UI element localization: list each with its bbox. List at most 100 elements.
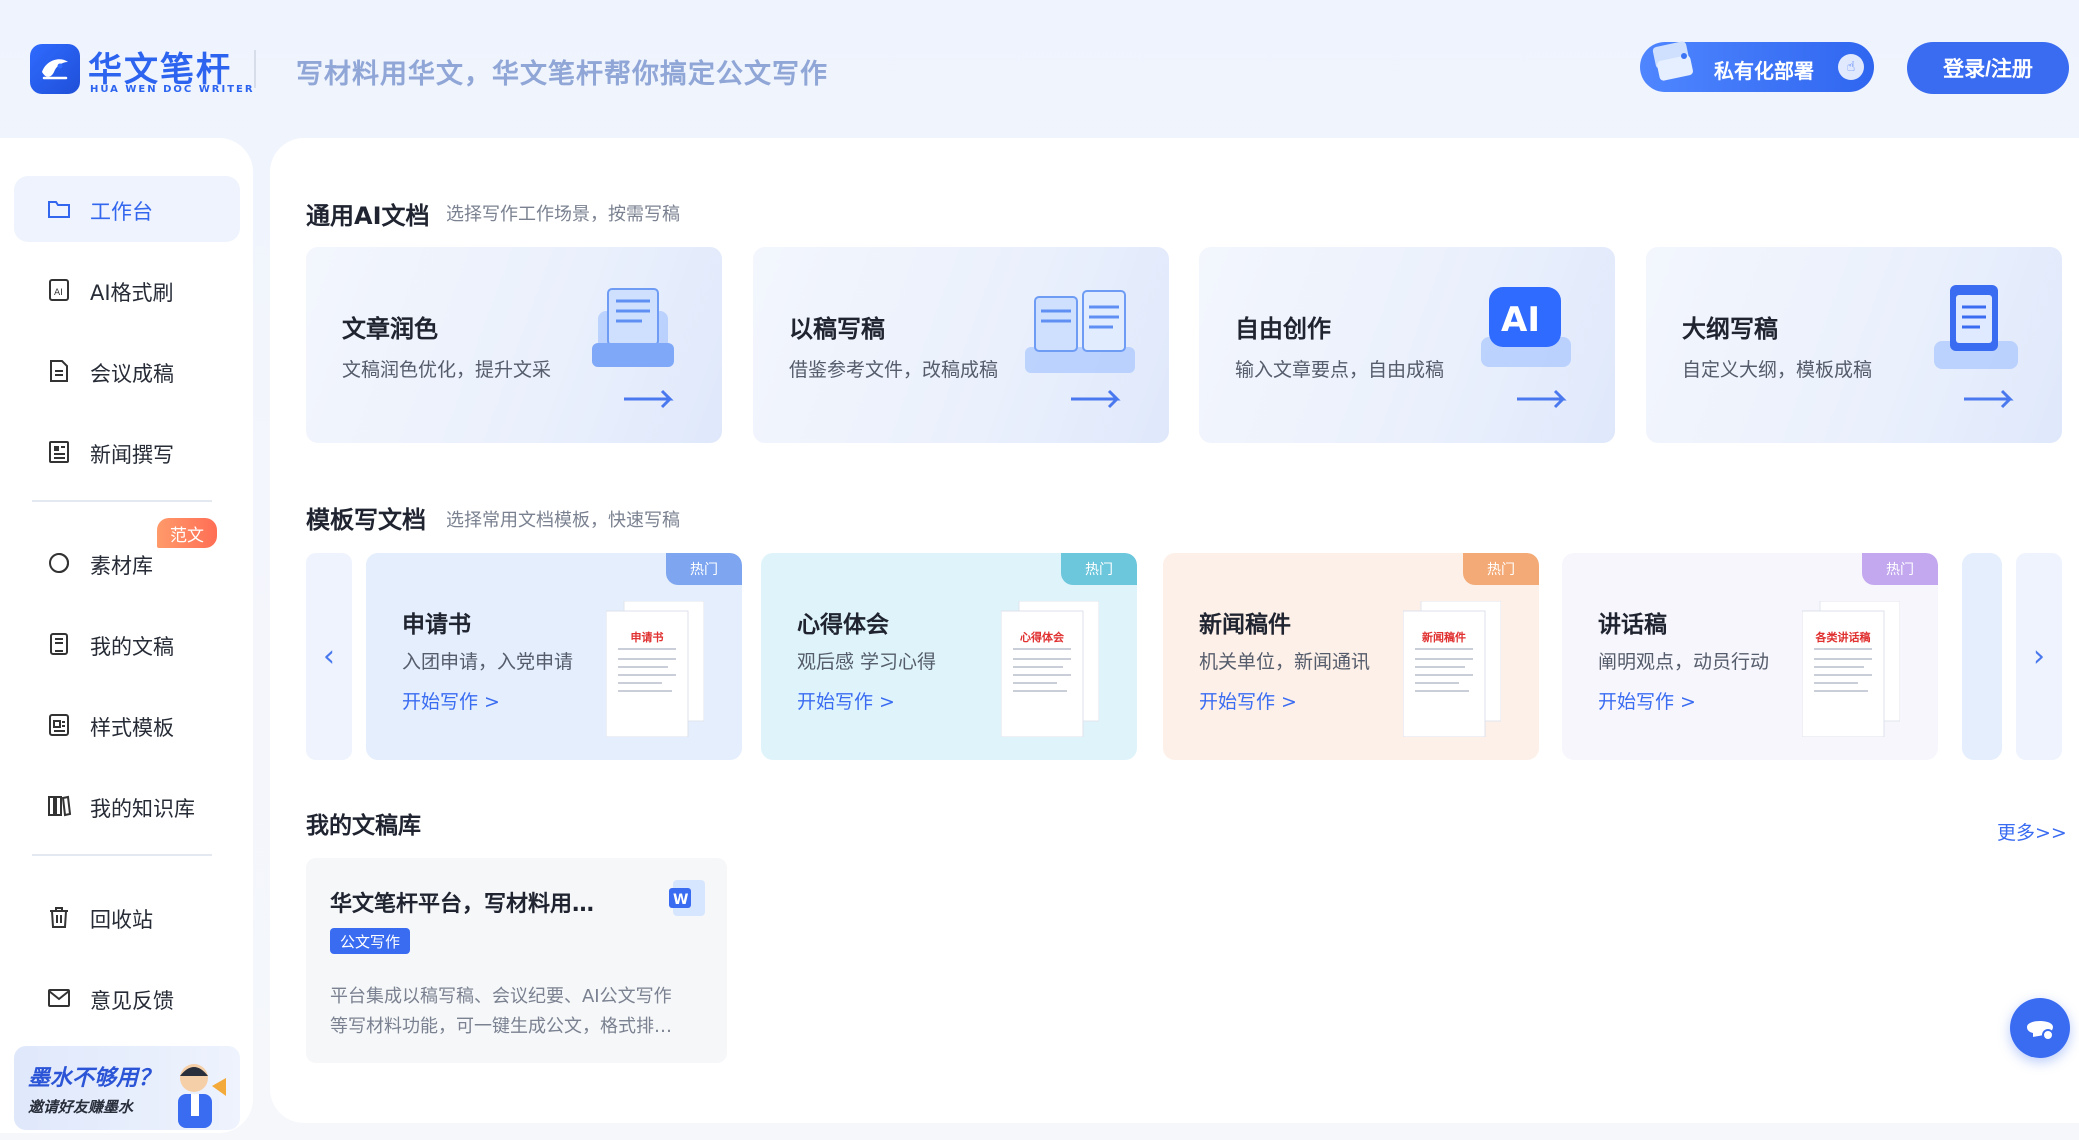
sidebar-item-news[interactable]: 新闻撰写 [14, 419, 240, 485]
header-divider [254, 50, 256, 88]
ai-card-desc: 借鉴参考文件，改稿成稿 [789, 359, 999, 381]
sidebar-item-label: 工作台 [90, 200, 153, 224]
folder-icon [48, 201, 70, 218]
template-preview: 新闻稿件 [1402, 600, 1502, 738]
app-root: 华文笔杆 HUA WEN DOC WRITER 写材料用华文，华文笔杆帮你搞定公… [0, 0, 2079, 1140]
trash-icon [50, 907, 68, 928]
logo-icon[interactable] [30, 44, 80, 94]
slogan: 写材料用华文，华文笔杆帮你搞定公文写作 [296, 59, 828, 90]
sample-badge: 范文 [157, 518, 217, 548]
template-desc: 阐明观点，动员行动 [1598, 651, 1770, 673]
hot-badge: 热门 [1463, 553, 1539, 585]
main-panel: 通用AI文档 选择写作工作场景，按需写稿 文章润色 文稿润色优化，提升文采 以稿… [270, 138, 2079, 1123]
document-icon [50, 360, 68, 382]
library-card[interactable]: 华文笔杆平台，写材料用… 公文写作 W 平台集成以稿写稿、会议纪要、AI公文写作… [306, 858, 727, 1063]
sidebar-item-label: 回收站 [90, 908, 153, 932]
library-icon [48, 795, 72, 817]
library-desc-line: 等写材料功能，可一键生成公文，格式排… [330, 1016, 672, 1037]
ai-card-desc: 文稿润色优化，提升文采 [342, 359, 552, 381]
template-title: 新闻稿件 [1199, 612, 1291, 638]
templates-title: 模板写文档 [306, 506, 426, 534]
sidebar-item-ai-format[interactable]: AI AI格式刷 [14, 257, 240, 323]
template-preview-head: 申请书 [630, 631, 664, 644]
library-card-title: 华文笔杆平台，写材料用… [330, 892, 595, 917]
templates-subtitle: 选择常用文档模板，快速写稿 [446, 510, 680, 531]
sidebar-item-my-manuscripts[interactable]: 我的文稿 [14, 611, 240, 677]
template-preview-head: 各类讲话稿 [1815, 631, 1871, 644]
invite-subtitle: 邀请好友赚墨水 [28, 1098, 134, 1116]
library-title: 我的文稿库 [306, 813, 421, 839]
start-writing-link[interactable]: 开始写作 > [1598, 687, 1696, 714]
clipboard-icon [1934, 285, 2018, 409]
sidebar-item-label: AI格式刷 [90, 281, 174, 305]
template-title: 讲话稿 [1598, 612, 1667, 638]
customer-service-button[interactable] [2010, 998, 2070, 1058]
template-preview: 心得体会 [1000, 600, 1100, 738]
library-card-tag: 公文写作 [330, 928, 411, 954]
private-deploy-label: 私有化部署 [1714, 59, 1814, 83]
template-preview: 各类讲话稿 [1801, 600, 1901, 738]
sidebar-item-style-templates[interactable]: 样式模板 [14, 692, 240, 758]
sidebar-item-feedback[interactable]: 意见反馈 [14, 965, 240, 1031]
hot-badge: 热门 [666, 553, 742, 585]
template-title: 申请书 [402, 612, 471, 638]
ai-card-desc: 输入文章要点，自由成稿 [1235, 359, 1445, 381]
sidebar-item-workbench[interactable]: 工作台 [14, 176, 240, 242]
carousel-prev-button[interactable]: ‹ [306, 553, 352, 760]
ai-docs-subtitle: 选择写作工作场景，按需写稿 [446, 204, 680, 225]
template-desc: 观后感 学习心得 [797, 651, 937, 673]
manuscript-icon [50, 633, 68, 655]
ai-card-title: 以稿写稿 [789, 315, 885, 343]
ai-card-polish[interactable]: 文章润色 文稿润色优化，提升文采 [306, 247, 722, 443]
ai-card-outline[interactable]: 大纲写稿 自定义大纲，模板成稿 [1646, 247, 2062, 443]
chevron-right-icon: › [2033, 639, 2045, 674]
feedback-icon [48, 989, 70, 1007]
template-icon [49, 714, 69, 736]
template-card-reflection[interactable]: 热门 心得体会 观后感 学习心得 开始写作 > 心得体会 [761, 553, 1137, 760]
sidebar-item-meeting[interactable]: 会议成稿 [14, 338, 240, 404]
sidebar-item-label: 新闻撰写 [90, 443, 174, 467]
sidebar-item-label: 样式模板 [90, 716, 174, 740]
document-stack-icon [592, 288, 674, 409]
sidebar-item-label: 我的文稿 [90, 635, 174, 659]
svg-text:AI: AI [54, 288, 63, 298]
template-card-partial[interactable] [1962, 553, 2002, 760]
mascot-icon [178, 1064, 226, 1128]
sidebar-divider [32, 500, 212, 502]
login-register-button[interactable]: 登录/注册 [1907, 42, 2069, 94]
library-desc-line: 平台集成以稿写稿、会议纪要、AI公文写作 [330, 986, 672, 1007]
private-deploy-button[interactable]: 私有化部署 ☝ [1640, 41, 1874, 92]
sidebar-item-label: 会议成稿 [90, 362, 174, 386]
chevron-left-icon: ‹ [323, 639, 335, 674]
sidebar-item-recycle-bin[interactable]: 回收站 [14, 884, 240, 950]
sidebar-item-label: 意见反馈 [90, 989, 174, 1013]
hot-badge: 热门 [1862, 553, 1938, 585]
library-more-link[interactable]: 更多>> [1997, 818, 2067, 845]
ai-card-title: 文章润色 [342, 315, 438, 343]
ai-card-free-create[interactable]: 自由创作 输入文章要点，自由成稿 AI [1199, 247, 1615, 443]
carousel-next-button[interactable]: › [2016, 553, 2062, 760]
library-card-desc: 平台集成以稿写稿、会议纪要、AI公文写作 等写材料功能，可一键生成公文，格式排… [330, 982, 706, 1042]
start-writing-link[interactable]: 开始写作 > [402, 687, 500, 714]
invite-title: 墨水不够用？ [28, 1066, 161, 1091]
template-card-news[interactable]: 热门 新闻稿件 机关单位，新闻通讯 开始写作 > 新闻稿件 [1163, 553, 1539, 760]
ai-card-title: 大纲写稿 [1682, 315, 1778, 343]
template-card-speech[interactable]: 热门 讲话稿 阐明观点，动员行动 开始写作 > 各类讲话稿 [1562, 553, 1938, 760]
ai-card-desc: 自定义大纲，模板成稿 [1682, 359, 1873, 381]
template-desc: 入团申请，入党申请 [402, 651, 574, 673]
ai-docs-title: 通用AI文档 [306, 202, 430, 230]
ai-doc-icon: AI [49, 279, 69, 301]
ai-card-title: 自由创作 [1235, 315, 1331, 343]
start-writing-link[interactable]: 开始写作 > [1199, 687, 1297, 714]
invite-friends-banner[interactable]: 墨水不够用？ 邀请好友赚墨水 [14, 1046, 240, 1130]
start-writing-link[interactable]: 开始写作 > [797, 687, 895, 714]
sidebar-item-knowledge-base[interactable]: 我的知识库 [14, 773, 240, 839]
word-doc-icon: W [669, 880, 705, 916]
template-card-application[interactable]: 热门 申请书 入团申请，入党申请 开始写作 > 申请书 [366, 553, 742, 760]
template-preview-head: 新闻稿件 [1422, 631, 1466, 644]
brand-subtitle: HUA WEN DOC WRITER [90, 84, 255, 95]
ai-card-rewrite[interactable]: 以稿写稿 借鉴参考文件，改稿成稿 [753, 247, 1169, 443]
template-desc: 机关单位，新闻通讯 [1199, 651, 1371, 673]
chat-icon [2027, 1021, 2054, 1041]
hand-pointer-icon: ☝ [1838, 54, 1864, 80]
